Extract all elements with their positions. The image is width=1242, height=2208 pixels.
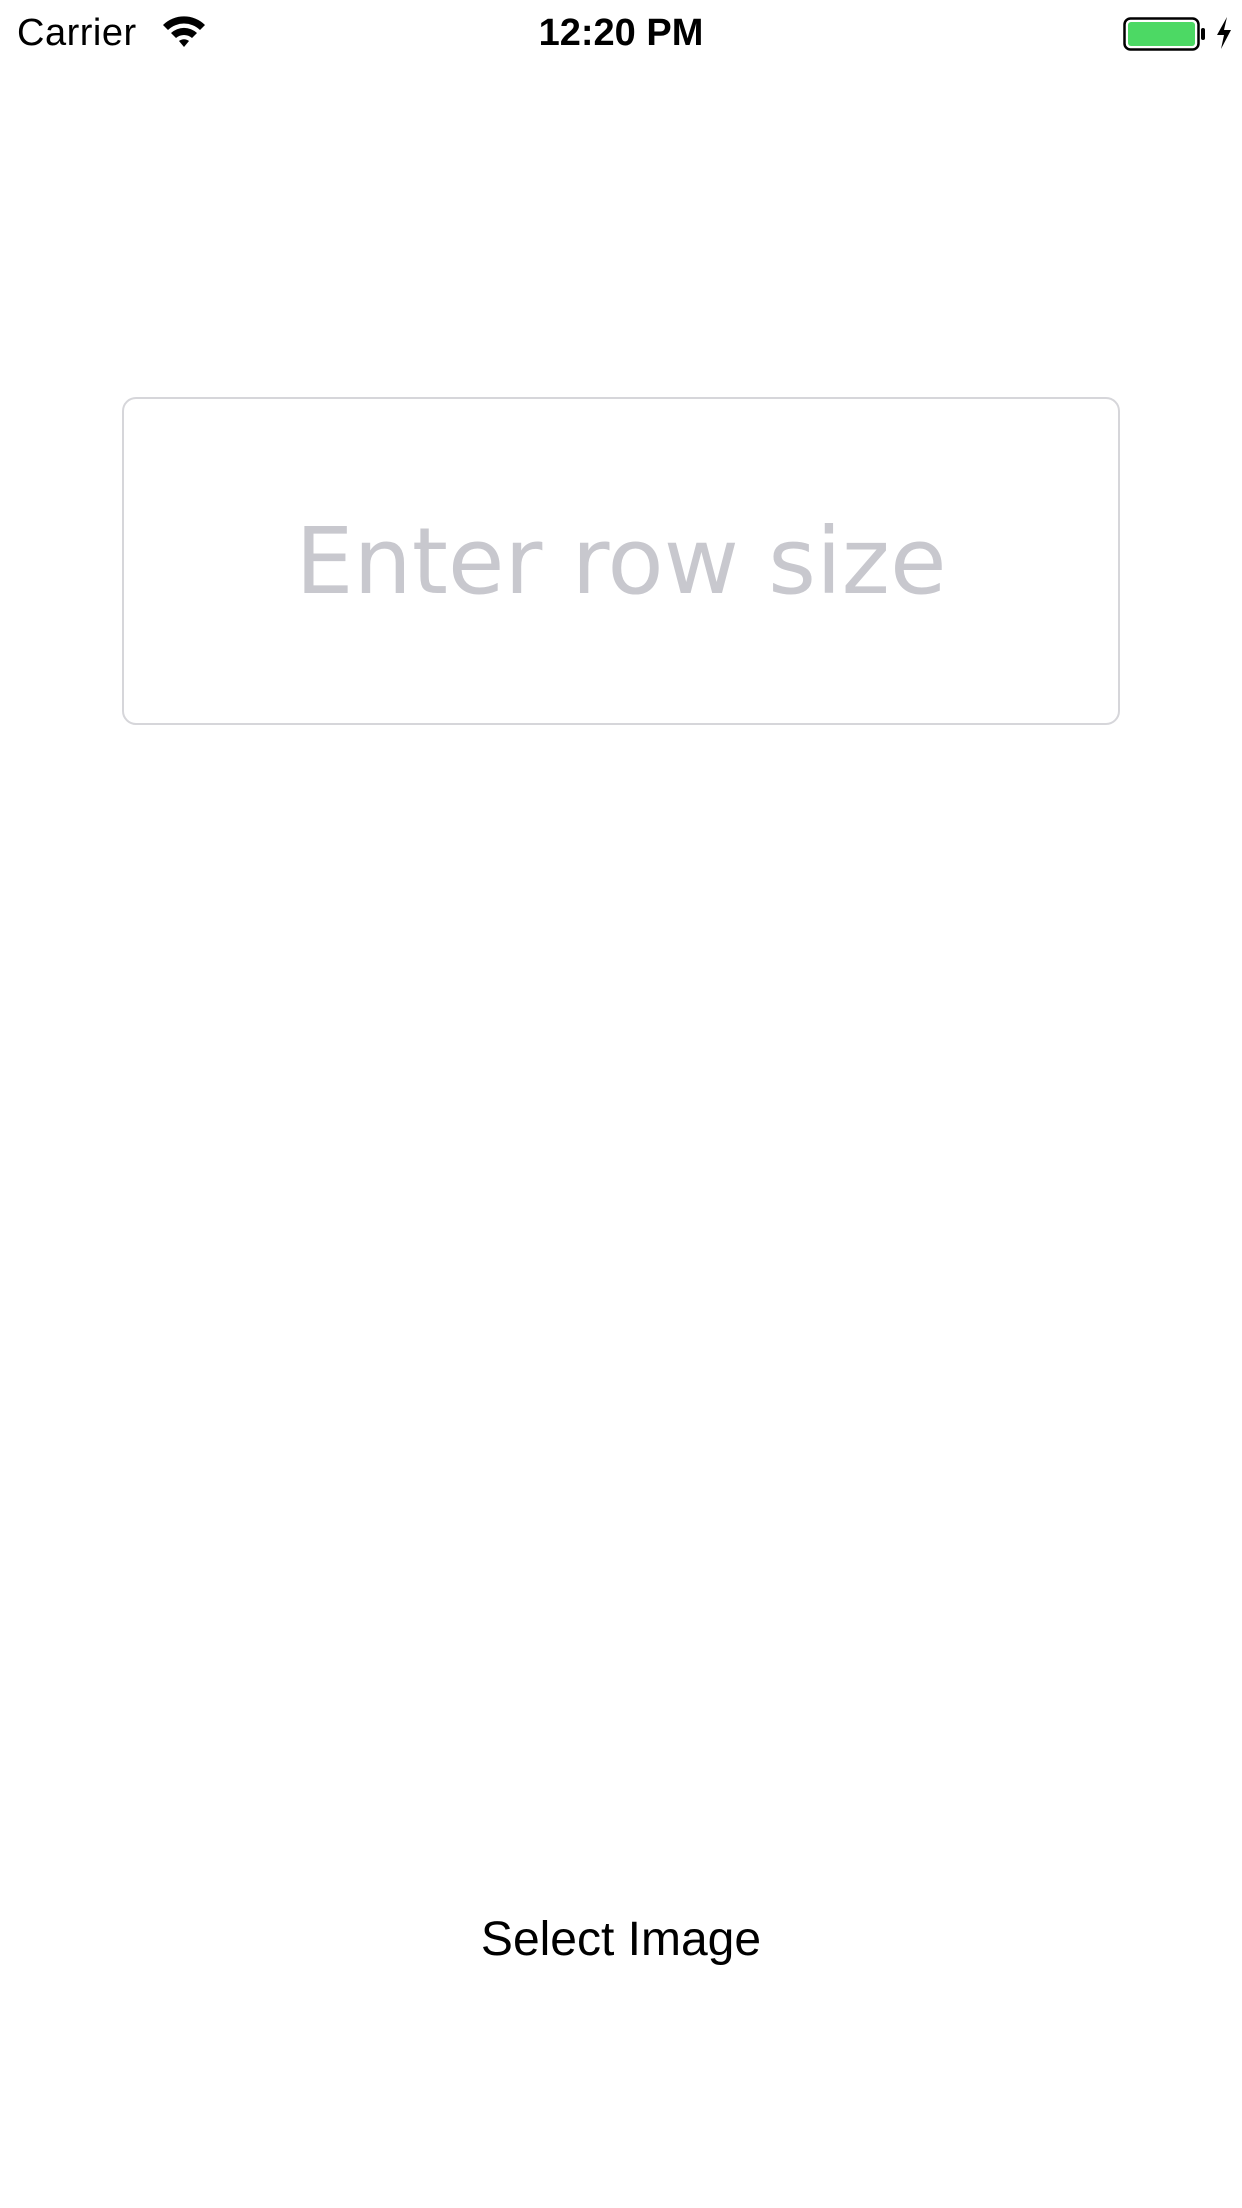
status-bar: Carrier 12:20 PM bbox=[0, 0, 1242, 66]
battery-level-fill bbox=[1128, 22, 1195, 46]
row-size-input[interactable] bbox=[122, 397, 1120, 725]
charging-bolt-icon bbox=[1217, 17, 1231, 49]
status-time: 12:20 PM bbox=[538, 12, 704, 54]
select-image-button[interactable]: Select Image bbox=[421, 1898, 821, 1982]
battery-full-icon bbox=[1123, 17, 1205, 51]
